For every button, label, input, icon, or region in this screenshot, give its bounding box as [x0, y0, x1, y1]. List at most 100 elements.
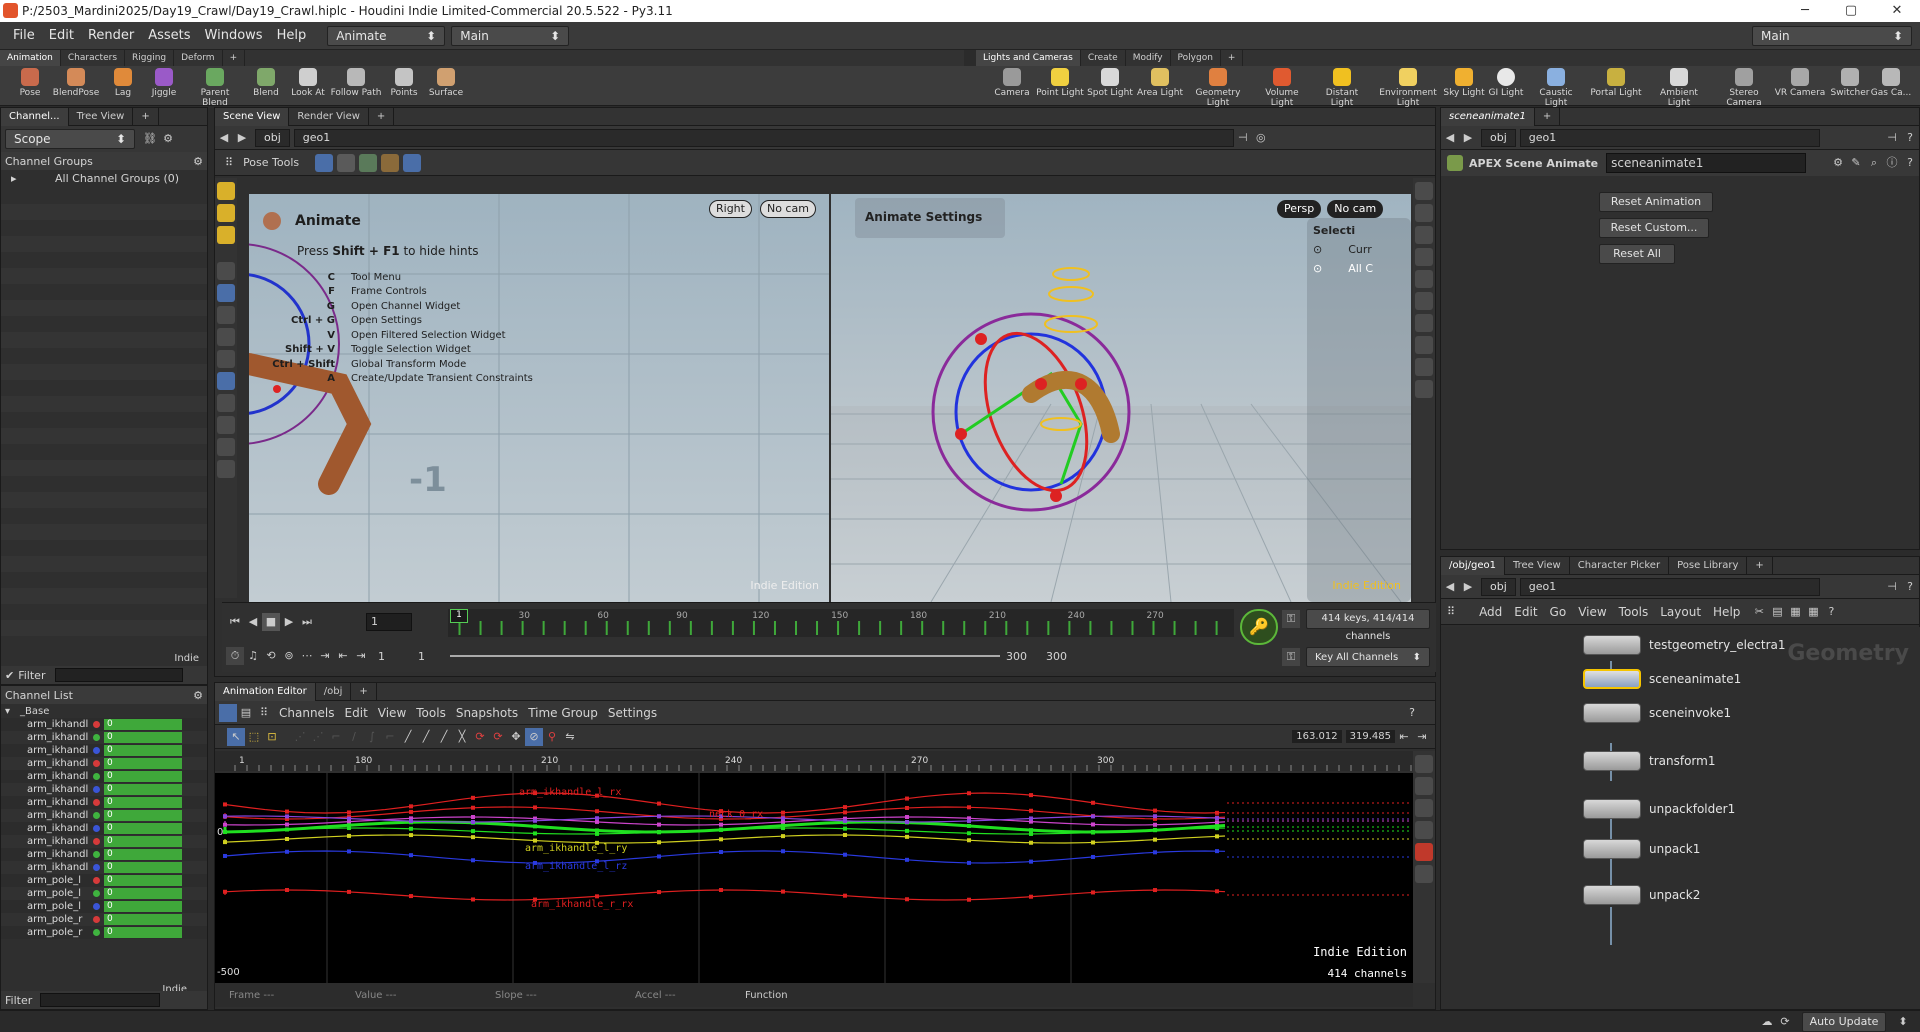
curve-key[interactable] [409, 833, 413, 838]
scale-tool-icon[interactable] [217, 306, 235, 324]
network-path-geo1[interactable]: geo1 [1519, 577, 1820, 596]
param-path-obj[interactable]: obj [1481, 128, 1516, 147]
filter-input[interactable] [55, 668, 184, 682]
curve-key[interactable] [347, 816, 351, 821]
channel-value[interactable]: 0 [104, 771, 182, 782]
tool-area-light[interactable]: Area Light [1132, 68, 1188, 98]
curve-key[interactable] [905, 805, 909, 810]
grid-menu-icon[interactable]: ⠿ [1447, 605, 1455, 618]
curve-key[interactable] [1029, 894, 1033, 899]
network-node[interactable]: unpack2 [1583, 885, 1700, 905]
camera-tool-icon[interactable] [217, 438, 235, 456]
channel-row[interactable]: arm_ikhandl 0 [1, 783, 207, 796]
curve-key[interactable] [1215, 849, 1219, 854]
channel-value[interactable]: 0 [104, 849, 182, 860]
forward-icon[interactable]: ▶ [1459, 129, 1477, 147]
curve-key[interactable] [1091, 800, 1095, 805]
network-canvas[interactable]: Geometry testgeometry_electra1 sceneanima… [1441, 627, 1920, 1009]
curve-key[interactable] [595, 894, 599, 899]
channel-row[interactable]: arm_ikhandl 0 [1, 757, 207, 770]
curve-key[interactable] [533, 818, 537, 823]
curve-key[interactable] [1029, 840, 1033, 845]
curve-key[interactable] [285, 822, 289, 827]
net-menu-tools[interactable]: Tools [1619, 605, 1649, 619]
curve-key[interactable] [967, 805, 971, 810]
tool-volume-light[interactable]: Volume Light [1254, 68, 1310, 108]
tool-jiggle[interactable]: Jiggle [136, 68, 192, 98]
curve-key[interactable] [1215, 834, 1219, 839]
tab-scene-view[interactable]: Scene View [215, 107, 290, 126]
curve-key[interactable] [905, 796, 909, 801]
snapshot-icon[interactable] [1415, 843, 1433, 861]
menu-assets[interactable]: Assets [141, 28, 197, 43]
tab-character-picker[interactable]: Character Picker [1570, 556, 1670, 575]
curve-key[interactable] [1091, 890, 1095, 895]
curve-key[interactable] [1153, 822, 1157, 827]
anim-curve[interactable] [224, 850, 1226, 864]
curve-key[interactable] [347, 849, 351, 854]
curve-key[interactable] [285, 814, 289, 819]
rig-tool-icon[interactable] [403, 153, 422, 172]
next-key-icon[interactable]: ⇥ [352, 647, 370, 665]
grid-menu-icon[interactable]: ⠿ [255, 704, 273, 722]
selection-all[interactable]: ⊙ All C [1313, 262, 1411, 275]
gear-icon[interactable]: ⚙ [193, 689, 203, 702]
viewport-right[interactable]: Animate Settings Persp No cam Selecti ⊙ C… [831, 194, 1411, 602]
curve-key[interactable] [657, 890, 661, 895]
curve-key[interactable] [1153, 837, 1157, 842]
channel-row[interactable]: arm_pole_r 0 [1, 913, 207, 926]
shelf-tab-lights[interactable]: Lights and Cameras [976, 50, 1081, 66]
add-shelf-tab-icon[interactable]: + [1221, 50, 1244, 66]
ghost-icon[interactable] [1415, 314, 1433, 332]
channel-row[interactable]: arm_ikhandl 0 [1, 731, 207, 744]
value-field[interactable]: Value --- [355, 990, 495, 1001]
curve-key[interactable] [1091, 854, 1095, 859]
magnet-key-icon[interactable]: ⚲ [543, 728, 561, 746]
snap-key-icon[interactable]: ⊘ [525, 727, 543, 746]
tangent2-icon[interactable]: ⋰ [309, 728, 327, 746]
curve-key[interactable] [905, 857, 909, 862]
auto-slope-icon[interactable]: ╱ [417, 728, 435, 746]
network-node[interactable]: unpackfolder1 [1583, 799, 1735, 819]
frame-all-icon[interactable] [1415, 777, 1433, 795]
context-dropdown[interactable]: Main ⬍ [451, 25, 570, 46]
refresh-icon[interactable]: ⟳ [1776, 1013, 1794, 1031]
curve-key[interactable] [347, 810, 351, 815]
curve-key[interactable] [1029, 831, 1033, 836]
view-range-start[interactable]: 163.012 [1292, 730, 1342, 743]
param-path-geo1[interactable]: geo1 [1519, 128, 1820, 147]
grid-view-icon[interactable]: ▦ [1786, 603, 1804, 621]
channel-row[interactable]: arm_pole_l 0 [1, 900, 207, 913]
curve-key[interactable] [533, 838, 537, 843]
curve-key[interactable] [1153, 850, 1157, 855]
curve-key[interactable] [285, 827, 289, 832]
next-icon[interactable]: ⇥ [1413, 728, 1431, 746]
move-icon[interactable]: ✥ [507, 728, 525, 746]
jump-start-icon[interactable]: ⏮ [226, 613, 244, 631]
path-geo1[interactable]: geo1 [293, 128, 1234, 147]
anim-curve[interactable] [224, 889, 1226, 901]
auto-update-button[interactable]: Auto Update [1802, 1011, 1886, 1032]
break-icon[interactable]: ╳ [453, 728, 471, 746]
tab-tree-view-2[interactable]: Tree View [1505, 556, 1570, 575]
curve-key[interactable] [719, 822, 723, 827]
jump-end-icon[interactable]: ⏭ [298, 613, 316, 631]
back-icon[interactable]: ◀ [215, 129, 233, 147]
tool-stereo-camera[interactable]: Stereo Camera [1716, 68, 1772, 108]
channel-row[interactable]: arm_ikhandl 0 [1, 848, 207, 861]
channel-value[interactable]: 0 [104, 875, 182, 886]
tool-surface[interactable]: Surface [418, 68, 474, 98]
range-start[interactable]: 1 [378, 650, 418, 663]
key-all-dropdown[interactable]: Key All Channels ⬍ [1306, 647, 1430, 667]
select-arrow-icon[interactable] [217, 262, 235, 280]
anim-curve[interactable] [224, 834, 1226, 844]
select-pose-icon[interactable] [315, 153, 334, 172]
curve-key[interactable] [781, 849, 785, 854]
shelf-tab-rigging[interactable]: Rigging [125, 50, 175, 66]
curve-key[interactable] [471, 858, 475, 863]
channel-value[interactable]: 0 [104, 745, 182, 756]
comment-icon[interactable]: ✎ [1847, 154, 1865, 172]
curve-key[interactable] [905, 819, 909, 824]
snap-icon[interactable] [1415, 380, 1433, 398]
path-obj[interactable]: obj [255, 128, 290, 147]
